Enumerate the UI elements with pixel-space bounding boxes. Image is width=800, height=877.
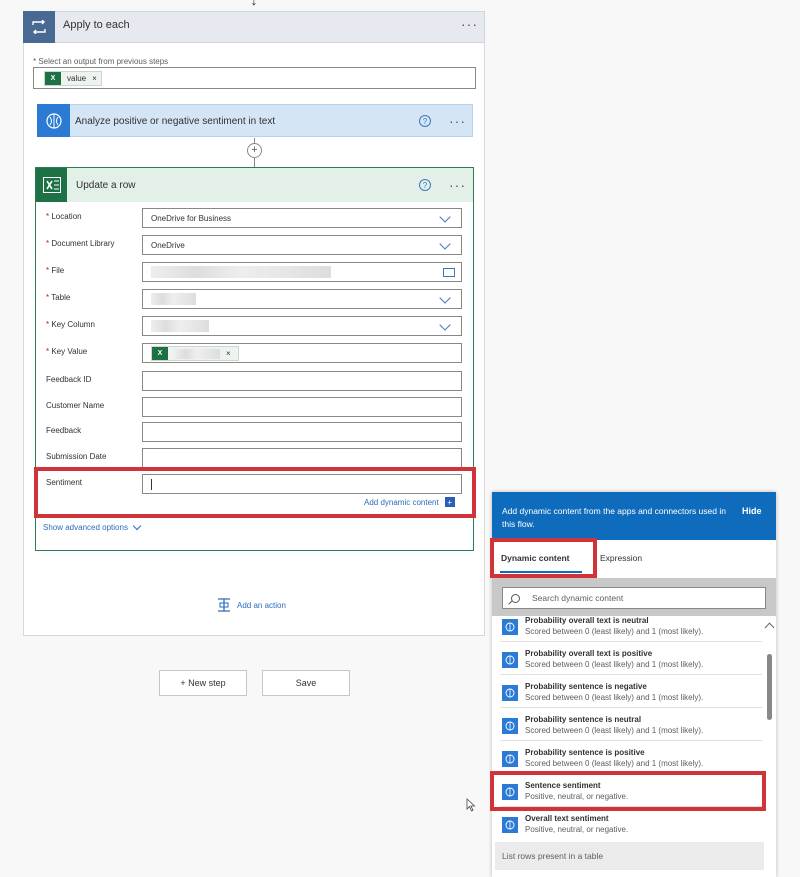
- list-item[interactable]: Probability overall text is positive Sco…: [500, 645, 762, 675]
- location-dropdown[interactable]: OneDrive for Business: [142, 208, 462, 228]
- show-advanced-options[interactable]: Show advanced options: [43, 521, 142, 532]
- table-label: * Table: [46, 293, 71, 302]
- list-item[interactable]: Probability sentence is positive Scored …: [500, 744, 762, 774]
- more-options-icon[interactable]: ···: [449, 178, 466, 192]
- more-options-icon[interactable]: ···: [449, 114, 466, 128]
- item-title: Probability overall text is neutral: [525, 616, 649, 625]
- item-title: Probability sentence is positive: [525, 748, 645, 757]
- select-output-label: * Select an output from previous steps: [33, 57, 169, 66]
- key-value-label: * Key Value: [46, 347, 88, 356]
- add-action-button[interactable]: Add an action: [217, 598, 286, 612]
- search-icon: [511, 593, 520, 603]
- hide-button[interactable]: Hide: [742, 506, 762, 516]
- customer-name-label: Customer Name: [46, 401, 105, 410]
- search-input[interactable]: Search dynamic content: [502, 587, 766, 609]
- document-library-value: OneDrive: [151, 240, 185, 250]
- table-dropdown[interactable]: [142, 289, 462, 309]
- text-analytics-icon: [37, 104, 70, 137]
- text-analytics-icon: [502, 619, 518, 635]
- submission-date-input[interactable]: [142, 448, 462, 468]
- location-label: * Location: [46, 212, 82, 221]
- mouse-pointer-icon: [466, 798, 476, 812]
- add-action-icon: [218, 598, 230, 612]
- item-title: Probability sentence is negative: [525, 682, 647, 691]
- item-description: Scored between 0 (least likely) and 1 (m…: [525, 726, 704, 735]
- list-item[interactable]: Probability overall text is neutral Scor…: [500, 616, 762, 642]
- show-advanced-label: Show advanced options: [43, 523, 128, 532]
- item-description: Scored between 0 (least likely) and 1 (m…: [525, 693, 704, 702]
- chevron-down-icon: [439, 238, 451, 250]
- folder-icon[interactable]: [443, 268, 455, 277]
- item-description: Scored between 0 (least likely) and 1 (m…: [525, 627, 704, 636]
- help-icon[interactable]: ?: [419, 115, 431, 127]
- chevron-down-icon: [439, 292, 451, 304]
- feedback-input[interactable]: [142, 422, 462, 442]
- list-item[interactable]: Overall text sentiment Positive, neutral…: [500, 810, 762, 840]
- customer-name-input[interactable]: [142, 397, 462, 417]
- token-remove-icon[interactable]: ×: [226, 349, 231, 358]
- add-action-label: Add an action: [237, 600, 286, 610]
- sentence-sentiment-highlight: [490, 771, 766, 811]
- list-rows-section-header[interactable]: List rows present in a table: [495, 842, 764, 870]
- item-title: Probability sentence is neutral: [525, 715, 642, 724]
- chevron-down-icon: [439, 211, 451, 223]
- update-row-title: Update a row: [76, 180, 136, 191]
- feedback-id-input[interactable]: [142, 371, 462, 391]
- new-step-button[interactable]: + New step: [159, 670, 247, 696]
- submission-date-label: Submission Date: [46, 452, 107, 461]
- document-library-label: * Document Library: [46, 239, 115, 248]
- file-picker[interactable]: [142, 262, 462, 282]
- key-column-dropdown[interactable]: [142, 316, 462, 336]
- tab-expression[interactable]: Expression: [600, 553, 642, 563]
- location-value: OneDrive for Business: [151, 213, 232, 223]
- help-icon[interactable]: ?: [419, 179, 431, 191]
- sentiment-highlight: [34, 467, 476, 518]
- token-remove-icon[interactable]: ×: [92, 74, 97, 83]
- token-label: value: [67, 74, 87, 83]
- text-analytics-icon: [502, 718, 518, 734]
- value-token[interactable]: X value ×: [44, 71, 102, 86]
- text-analytics-icon: [502, 685, 518, 701]
- item-title: Probability overall text is positive: [525, 649, 653, 658]
- scrollbar-thumb[interactable]: [767, 654, 772, 720]
- analyze-title: Analyze positive or negative sentiment i…: [75, 116, 276, 127]
- text-analytics-icon: [502, 751, 518, 767]
- key-column-label: * Key Column: [46, 320, 95, 329]
- list-item[interactable]: Probability sentence is negative Scored …: [500, 678, 762, 708]
- list-item[interactable]: Probability sentence is neutral Scored b…: [500, 711, 762, 741]
- redacted-value: [151, 266, 331, 278]
- excel-icon: X: [152, 347, 168, 360]
- item-title: Overall text sentiment: [525, 814, 609, 823]
- chevron-down-icon: [132, 521, 142, 531]
- redacted-value: [151, 293, 196, 305]
- feedback-label: Feedback: [46, 426, 82, 435]
- document-library-dropdown[interactable]: OneDrive: [142, 235, 462, 255]
- flow-arrow-icon: ↓: [250, 0, 258, 8]
- item-description: Scored between 0 (least likely) and 1 (m…: [525, 759, 704, 768]
- text-analytics-icon: [502, 652, 518, 668]
- search-placeholder: Search dynamic content: [532, 593, 624, 603]
- excel-icon: [36, 168, 67, 202]
- more-options-icon[interactable]: ···: [461, 17, 478, 31]
- redacted-value: [174, 348, 220, 359]
- text-analytics-icon: [502, 817, 518, 833]
- chevron-down-icon: [439, 319, 451, 331]
- key-value-field[interactable]: X ×: [142, 343, 462, 363]
- key-value-token[interactable]: X ×: [151, 346, 239, 361]
- insert-step-icon[interactable]: +: [247, 143, 262, 158]
- save-button[interactable]: Save: [262, 670, 350, 696]
- excel-icon: X: [45, 72, 61, 85]
- dynamic-content-tab-highlight: [490, 538, 597, 578]
- dynamic-content-description: Add dynamic content from the apps and co…: [502, 506, 726, 529]
- feedback-id-label: Feedback ID: [46, 375, 92, 384]
- apply-to-each-title: Apply to each: [63, 19, 130, 31]
- item-description: Scored between 0 (least likely) and 1 (m…: [525, 660, 704, 669]
- item-description: Positive, neutral, or negative.: [525, 825, 629, 834]
- file-label: * File: [46, 266, 65, 275]
- select-output-field[interactable]: X value ×: [33, 67, 476, 89]
- redacted-value: [151, 320, 209, 332]
- loop-icon: [23, 11, 55, 43]
